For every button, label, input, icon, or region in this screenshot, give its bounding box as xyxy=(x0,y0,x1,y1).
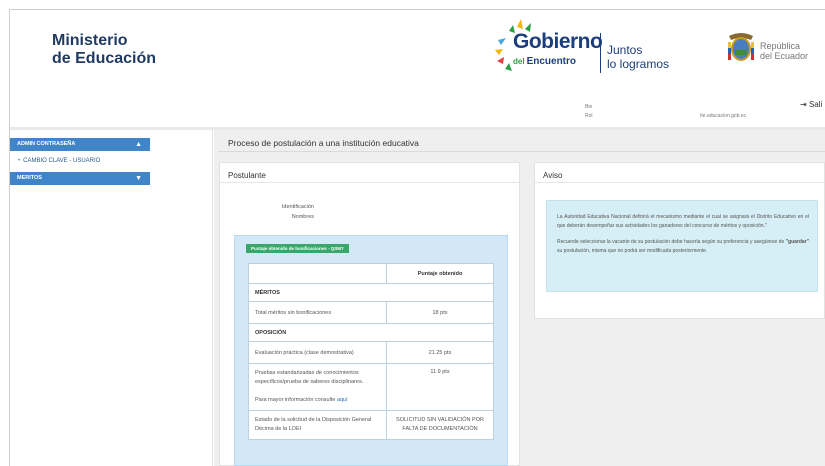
oposicion-section-label: OPOSICIÓN xyxy=(248,323,494,342)
estado-value: SOLICITUD SIN VALIDACIÓN POR FALTA DE DO… xyxy=(386,410,494,440)
aviso-paragraph-2: Recuerde seleccionar la vacante de su po… xyxy=(557,239,809,254)
table-header-puntaje: Puntaje obtenido xyxy=(386,263,494,284)
chevron-up-icon: ▲ xyxy=(135,141,142,148)
meritos-row-label: Total méritos sin bonificaciones xyxy=(248,301,387,324)
sidebar-item-cambio-clave[interactable]: • CAMBIO CLAVE - USUARIO xyxy=(18,158,100,164)
aviso-message: La Autoridad Educativa Nacional definirá… xyxy=(546,200,818,292)
page-title: Proceso de postulación a una institución… xyxy=(228,138,419,148)
mas-info-link[interactable]: aquí xyxy=(337,397,348,403)
scores-table: Puntaje obtenido MÉRITOS Total méritos s… xyxy=(248,263,494,440)
table-row: MÉRITOS xyxy=(248,283,494,302)
table-row: Evaluación práctica (clase demostrativa)… xyxy=(248,341,494,364)
pruebas-cell: Pruebas estandarizadas de conocimientos … xyxy=(248,363,387,411)
ministerio-line1: Ministerio xyxy=(52,32,128,49)
chevron-down-icon: ▼ xyxy=(135,175,142,182)
postulante-panel-title: Postulante xyxy=(220,163,519,183)
estado-label: Estado de la solicitud de la Disposición… xyxy=(248,410,387,440)
juntos-slogan: Juntos lo logramos xyxy=(607,43,670,71)
table-row: Pruebas estandarizadas de conocimientos … xyxy=(248,363,494,411)
ministerio-line2: de Educación xyxy=(52,50,157,67)
ecuador-coat-of-arms-icon xyxy=(728,33,754,61)
gobierno-wordmark: Gobierno xyxy=(513,30,603,53)
site-url: Ite.educacion.gob.ec xyxy=(700,113,747,119)
mas-info-text: Para mayor información consulte aquí xyxy=(255,397,348,403)
title-divider xyxy=(218,151,825,152)
sidebar-section-admin-contrasena[interactable]: ADMIN CONTRASEÑA ▲ xyxy=(10,138,150,151)
evaluacion-value: 21.25 pts xyxy=(386,341,494,364)
sidebar-section-meritos[interactable]: MERITOS ▼ xyxy=(10,172,150,185)
table-header-empty xyxy=(248,263,387,284)
bullet-icon: • xyxy=(18,158,21,164)
header xyxy=(10,10,825,127)
identificacion-label: Identificación xyxy=(281,204,314,210)
table-row: OPOSICIÓN xyxy=(248,323,494,342)
logout-icon: ⇥ xyxy=(800,100,807,109)
gobierno-subtitle: del Encuentro xyxy=(513,56,577,67)
aviso-paragraph-1: La Autoridad Educativa Nacional definirá… xyxy=(557,214,809,229)
evaluacion-label: Evaluación práctica (clase demostrativa) xyxy=(248,341,387,364)
ministerio-logo: Ministerio de Educación xyxy=(52,32,156,68)
logout-button[interactable]: ⇥ Sali xyxy=(800,100,822,109)
meritos-row-value: 18 pts xyxy=(386,301,494,324)
nombres-label: Nombres xyxy=(291,214,314,220)
bonificaciones-badge[interactable]: Puntaje obtenido de bonificaciones - QSM… xyxy=(246,244,349,253)
pruebas-value: 11.9 pts xyxy=(386,363,494,411)
meritos-section-label: MÉRITOS xyxy=(248,283,494,302)
pruebas-label: Pruebas estandarizadas de conocimientos … xyxy=(255,370,364,385)
republica-label: República del Ecuador xyxy=(760,41,809,61)
user-info: Bie Rol xyxy=(585,104,593,119)
table-row: Estado de la solicitud de la Disposición… xyxy=(248,410,494,440)
logo-divider xyxy=(600,33,601,73)
table-header-row: Puntaje obtenido xyxy=(248,263,494,284)
table-row: Total méritos sin bonificaciones 18 pts xyxy=(248,301,494,324)
aviso-panel-title: Aviso xyxy=(535,163,824,183)
